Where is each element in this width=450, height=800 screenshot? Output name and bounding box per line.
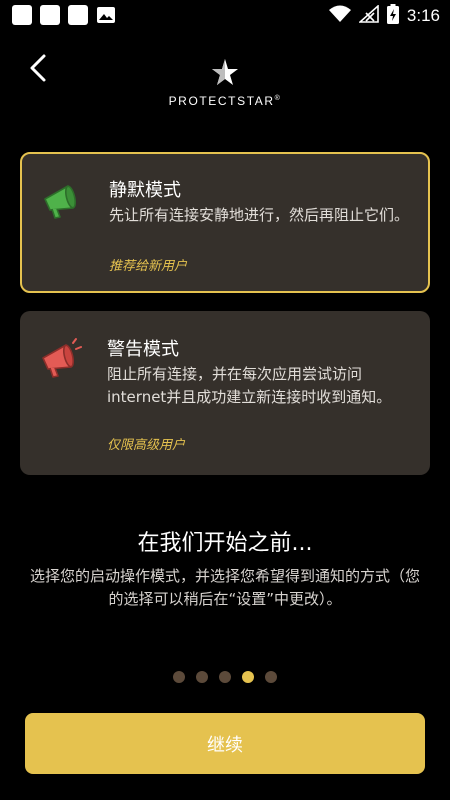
page-dot xyxy=(219,671,231,683)
status-system: 3:16 xyxy=(328,4,440,28)
mode-title: 静默模式 xyxy=(109,180,181,201)
notification-square-icon xyxy=(40,5,60,25)
mode-recommendation: 推荐给新用户 xyxy=(109,259,188,274)
page-dot xyxy=(173,671,185,683)
chevron-left-icon xyxy=(30,54,46,82)
page-dot-active xyxy=(242,671,254,683)
page-dot xyxy=(196,671,208,683)
status-notifications xyxy=(12,5,116,25)
notification-square-icon xyxy=(12,5,32,25)
page-dot xyxy=(265,671,277,683)
battery-icon xyxy=(386,4,399,28)
megaphone-green-icon xyxy=(40,178,84,222)
image-icon xyxy=(96,5,116,25)
intro-heading: 在我们开始之前... xyxy=(137,531,313,556)
protectstar-logo: PROTECTSTAR® xyxy=(150,58,300,108)
signal-icon xyxy=(357,4,379,27)
star-logo-icon xyxy=(212,59,238,85)
status-bar: 3:16 xyxy=(0,0,450,32)
wifi-icon xyxy=(328,5,351,27)
intro-subtitle: 选择您的启动操作模式，并选择您希望得到通知的方式（您的选择可以稍后在“设置”中更… xyxy=(30,567,421,608)
mode-title: 警告模式 xyxy=(107,339,179,360)
continue-button[interactable]: 继续 xyxy=(25,713,425,774)
mode-description: 先让所有连接安静地进行，然后再阻止它们。 xyxy=(109,206,410,224)
mode-card-silent[interactable]: 静默模式 先让所有连接安静地进行，然后再阻止它们。 推荐给新用户 xyxy=(20,152,430,293)
logo-text: PROTECTSTAR® xyxy=(168,94,282,108)
notification-square-icon xyxy=(68,5,88,25)
mode-description: 阻止所有连接，并在每次应用尝试访问internet并且成功建立新连接时收到通知。 xyxy=(107,365,392,406)
status-time: 3:16 xyxy=(406,6,440,25)
megaphone-red-icon xyxy=(38,337,82,381)
page-indicator xyxy=(0,671,450,683)
back-button[interactable] xyxy=(22,50,54,86)
mode-recommendation: 仅限高级用户 xyxy=(107,438,186,453)
mode-card-warning[interactable]: 警告模式 阻止所有连接，并在每次应用尝试访问internet并且成功建立新连接时… xyxy=(20,311,430,475)
